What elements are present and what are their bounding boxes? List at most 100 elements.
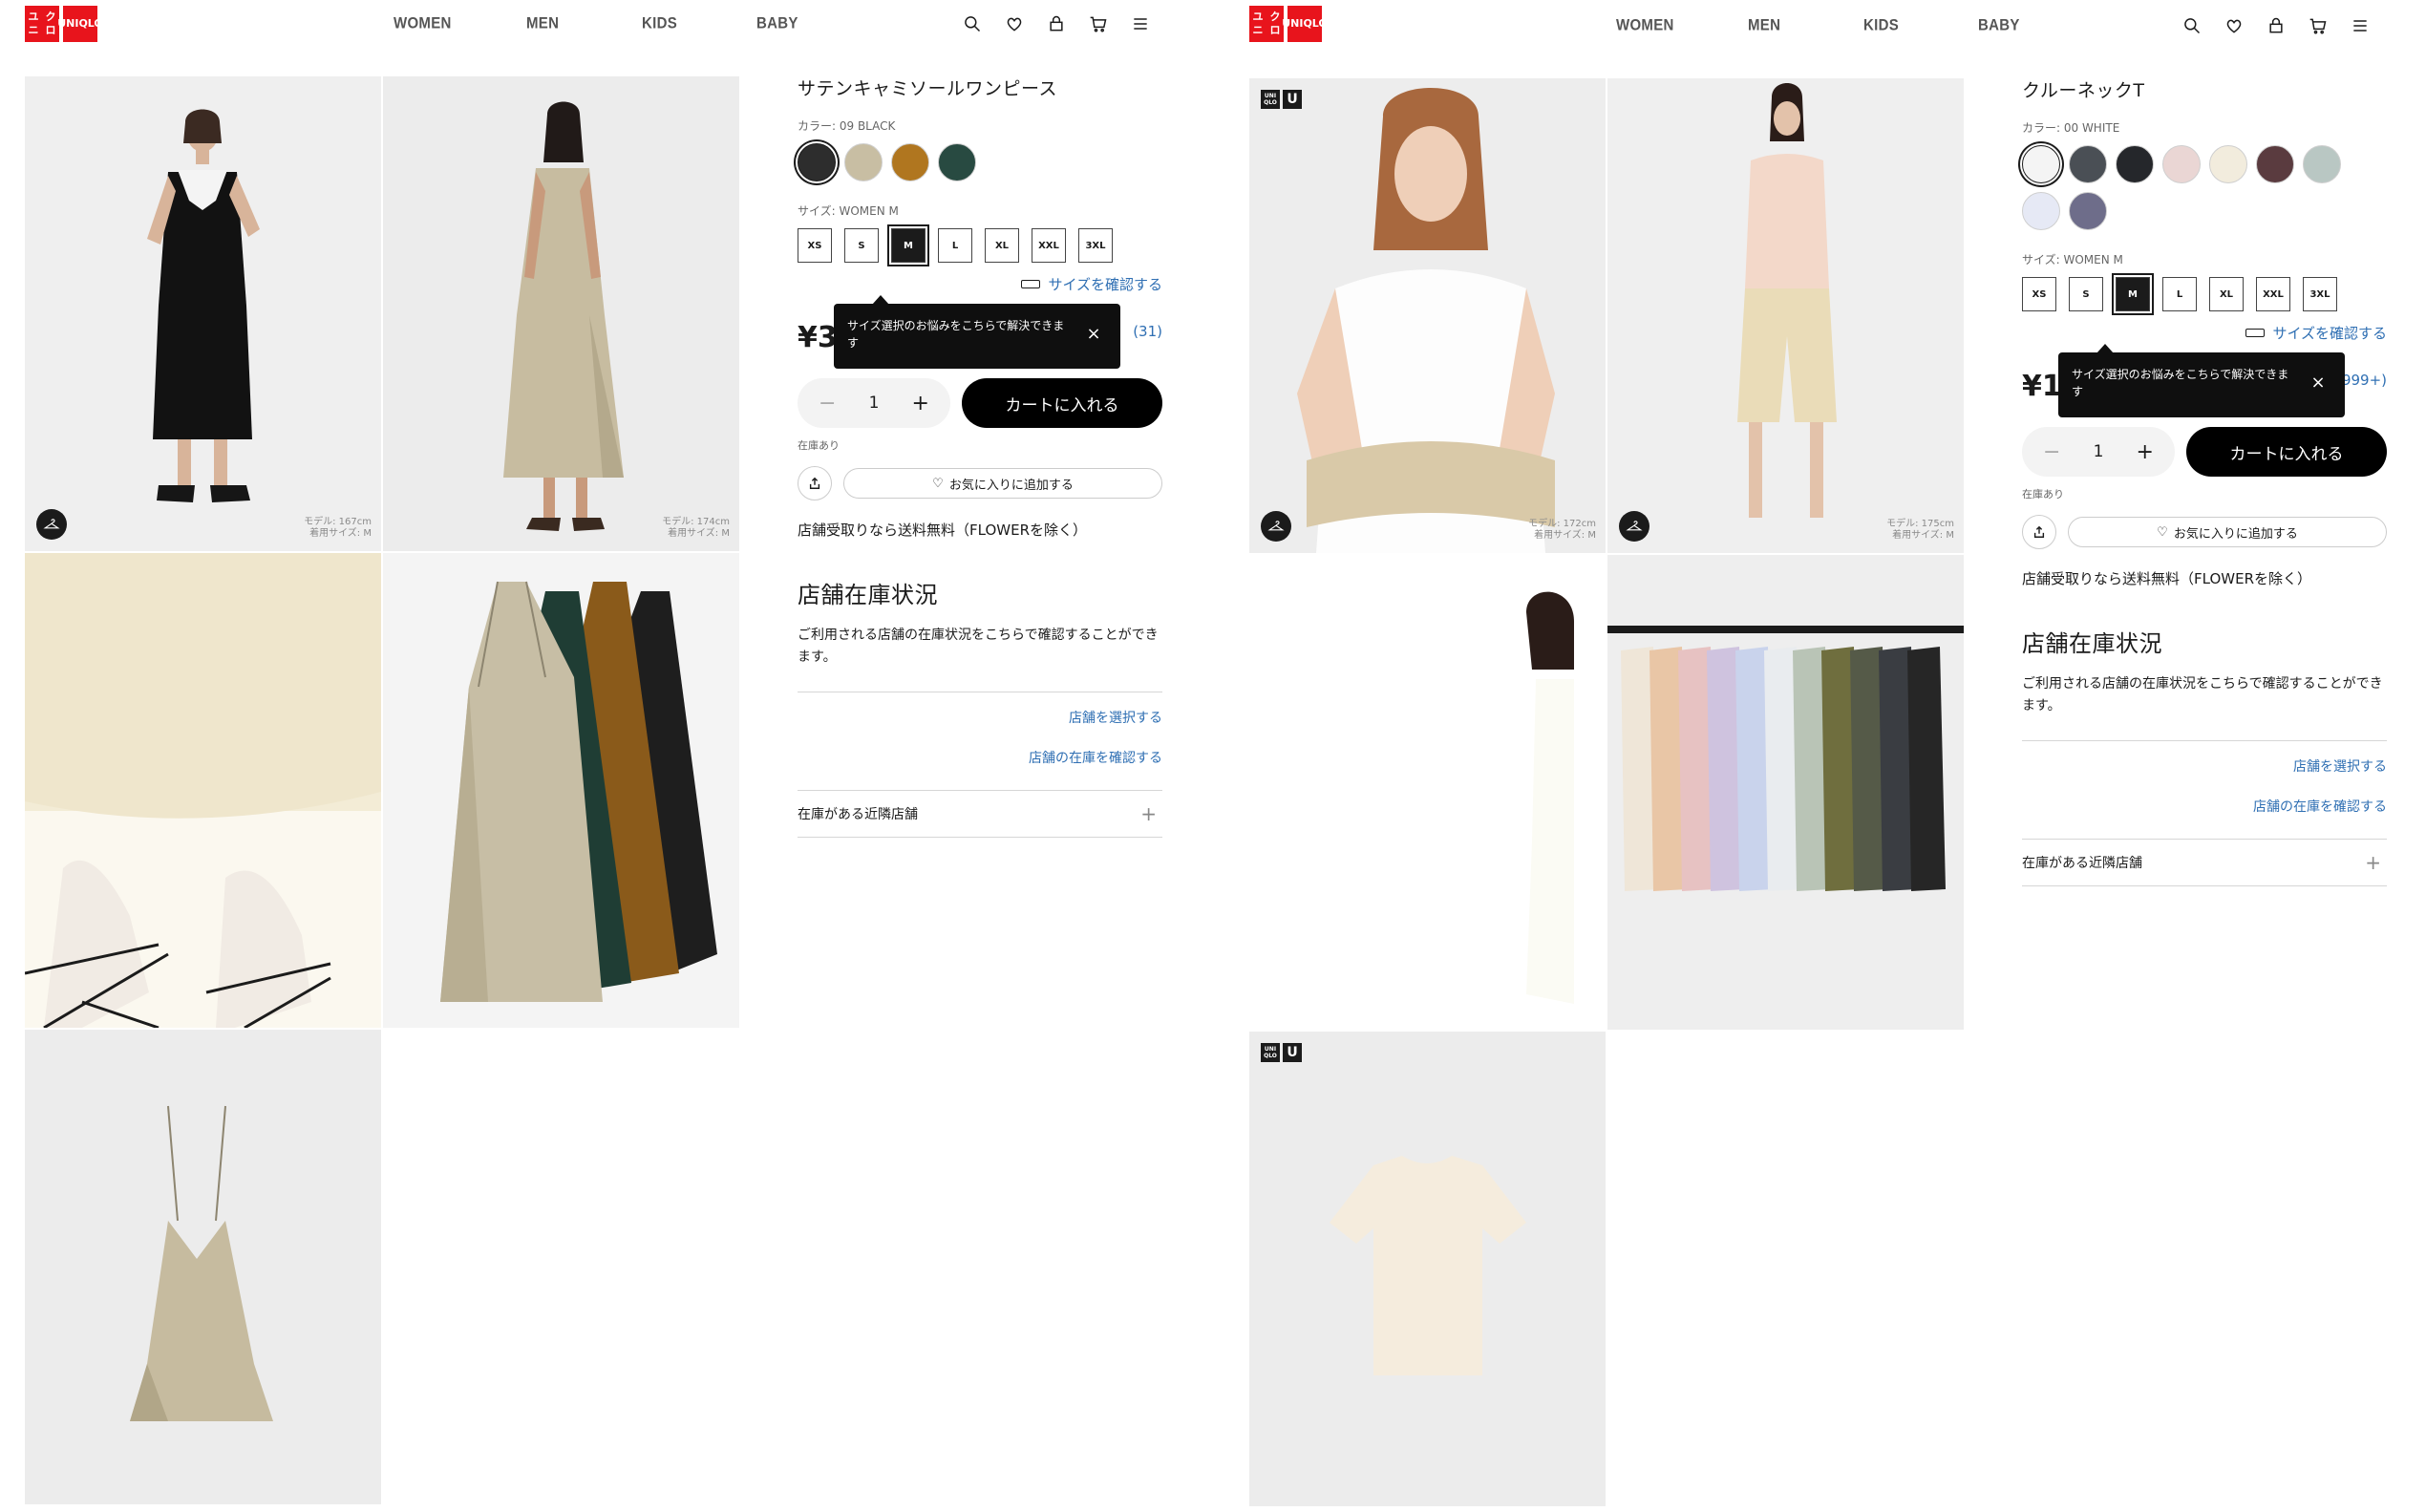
rack-bar xyxy=(1607,626,1964,633)
nav-kids[interactable]: KIDS xyxy=(642,14,677,32)
gallery-image-model-full[interactable]: モデル: 175cm 着用サイズ: M xyxy=(1607,78,1964,553)
nearby-stores-accordion[interactable]: 在庫がある近隣店舗 + xyxy=(2022,839,2387,886)
size-options: XS S M L XL XXL 3XL xyxy=(2022,273,2387,315)
share-icon[interactable] xyxy=(798,466,832,500)
model-info: モデル: 172cm 着用サイズ: M xyxy=(1528,519,1596,541)
divider xyxy=(2022,740,2387,741)
size-check-link[interactable]: サイズを確認する xyxy=(798,274,1162,294)
color-swatch[interactable] xyxy=(2022,145,2060,183)
shipping-note: 店舗受取りなら送料無料（FLOWERを除く） xyxy=(798,522,1087,539)
gallery-image-rack[interactable] xyxy=(1607,555,1964,1030)
color-swatch[interactable] xyxy=(2256,145,2294,183)
nav-kids[interactable]: KIDS xyxy=(1863,16,1899,34)
add-to-cart-button[interactable]: カートに入れる xyxy=(2186,427,2387,477)
close-icon[interactable]: × xyxy=(2309,373,2328,393)
select-store-link[interactable]: 店舗を選択する xyxy=(2022,756,2387,776)
size-option-xs[interactable]: XS xyxy=(798,228,832,263)
add-to-favorites-button[interactable]: ♡ お気に入りに追加する xyxy=(843,468,1162,499)
add-to-favorites-button[interactable]: ♡ お気に入りに追加する xyxy=(2068,517,2387,547)
quantity-stepper: − 1 + xyxy=(798,378,950,428)
gallery-image-model-front[interactable]: モデル: 167cm 着用サイズ: M xyxy=(25,76,381,551)
size-option-m[interactable]: M xyxy=(2112,273,2154,315)
share-icon[interactable] xyxy=(2022,515,2056,549)
size-option-xs[interactable]: XS xyxy=(2022,277,2056,311)
product-panel: クルーネックT カラー: 00 WHITE サイズ: WOMEN M XS S M L… xyxy=(2022,76,2387,886)
search-icon[interactable] xyxy=(2180,13,2204,38)
color-swatch[interactable] xyxy=(938,143,976,181)
cart-icon[interactable] xyxy=(2306,13,2330,38)
nav-baby[interactable]: BABY xyxy=(756,14,798,32)
account-icon[interactable] xyxy=(1044,11,1069,36)
nav-baby[interactable]: BABY xyxy=(1978,16,2020,34)
size-option-s[interactable]: S xyxy=(2069,277,2103,311)
heart-icon[interactable] xyxy=(2222,13,2246,38)
nav-women[interactable]: WOMEN xyxy=(1616,16,1674,34)
nearby-stores-accordion[interactable]: 在庫がある近隣店舗 + xyxy=(798,790,1162,838)
size-option-xl[interactable]: XL xyxy=(985,228,1019,263)
size-option-s[interactable]: S xyxy=(844,228,879,263)
check-store-stock-link[interactable]: 店舗の在庫を確認する xyxy=(798,748,1162,767)
qty-plus-button[interactable]: + xyxy=(2137,440,2154,464)
color-swatch[interactable] xyxy=(844,143,883,181)
qty-minus-button[interactable]: − xyxy=(2043,440,2060,464)
color-swatch[interactable] xyxy=(2303,145,2341,183)
cart-icon[interactable] xyxy=(1086,11,1111,36)
gallery-image-flat-dress[interactable] xyxy=(25,1030,381,1504)
nav-men[interactable]: MEN xyxy=(1748,16,1780,34)
try-on-hanger-icon[interactable] xyxy=(36,509,67,540)
site-header: ユニ クロ UNI QLO WOMEN MEN KIDS BABY xyxy=(1224,0,2426,50)
gallery-image-color-variants[interactable] xyxy=(383,553,739,1028)
check-store-stock-link[interactable]: 店舗の在庫を確認する xyxy=(2022,797,2387,816)
qty-minus-button[interactable]: − xyxy=(819,392,836,415)
color-swatch[interactable] xyxy=(2069,192,2107,230)
review-count[interactable]: (31) xyxy=(1133,323,1162,340)
size-option-3xl[interactable]: 3XL xyxy=(1078,228,1113,263)
gallery-image-flat-tee[interactable]: UNI QLO U xyxy=(1249,1032,1606,1506)
heart-icon[interactable] xyxy=(1002,11,1027,36)
try-on-hanger-icon[interactable] xyxy=(1619,511,1649,542)
add-to-cart-button[interactable]: カートに入れる xyxy=(962,378,1162,428)
size-option-l[interactable]: L xyxy=(938,228,972,263)
gallery-image-model-closeup[interactable]: UNI QLO U モデル: 172cm 着用サイズ: M xyxy=(1249,78,1606,553)
size-check-link[interactable]: サイズを確認する xyxy=(2022,323,2387,343)
gallery-image-side-view[interactable] xyxy=(1249,555,1606,1030)
size-option-l[interactable]: L xyxy=(2162,277,2197,311)
color-swatch[interactable] xyxy=(2022,192,2060,230)
size-check-label: サイズを確認する xyxy=(2272,325,2387,342)
badge-logo: UNI QLO xyxy=(1261,90,1280,109)
account-icon[interactable] xyxy=(2264,13,2288,38)
store-stock-text: ご利用される店舗の在庫状況をこちらで確認することができます。 xyxy=(2022,676,2383,713)
color-swatch[interactable] xyxy=(2162,145,2201,183)
search-icon[interactable] xyxy=(960,11,985,36)
gallery-image-model-beige[interactable]: モデル: 174cm 着用サイズ: M xyxy=(383,76,739,551)
menu-icon[interactable] xyxy=(1128,11,1153,36)
size-option-xxl[interactable]: XXL xyxy=(2256,277,2290,311)
color-swatches xyxy=(798,143,1141,181)
badge-logo: UNI QLO xyxy=(1261,1043,1280,1062)
select-store-link[interactable]: 店舗を選択する xyxy=(798,708,1162,727)
menu-icon[interactable] xyxy=(2348,13,2373,38)
buy-row: − 1 + カートに入れる xyxy=(2022,427,2387,477)
nav-women[interactable]: WOMEN xyxy=(394,14,452,32)
size-option-m[interactable]: M xyxy=(887,224,929,266)
product-title: サテンキャミソールワンピース xyxy=(798,78,1058,99)
color-swatch[interactable] xyxy=(2116,145,2154,183)
try-on-hanger-icon[interactable] xyxy=(1261,511,1291,542)
close-icon[interactable]: × xyxy=(1084,325,1103,344)
nav-men[interactable]: MEN xyxy=(526,14,559,32)
color-swatches xyxy=(2022,145,2366,230)
review-count[interactable]: 999+) xyxy=(2342,372,2387,389)
color-swatch[interactable] xyxy=(891,143,929,181)
model-photo xyxy=(1297,88,1555,553)
qty-plus-button[interactable]: + xyxy=(912,392,929,415)
price-row: ¥1, 999+) サイズ選択のお悩みをこちらで解決できます × xyxy=(2022,344,2387,419)
gallery-image-hem-detail[interactable] xyxy=(25,553,381,1028)
size-option-xl[interactable]: XL xyxy=(2209,277,2244,311)
size-option-xxl[interactable]: XXL xyxy=(1032,228,1066,263)
size-option-3xl[interactable]: 3XL xyxy=(2303,277,2337,311)
product-title: クルーネックT xyxy=(2022,80,2145,101)
size-check-label: サイズを確認する xyxy=(1048,276,1162,293)
color-swatch[interactable] xyxy=(2209,145,2247,183)
color-swatch[interactable] xyxy=(2069,145,2107,183)
color-swatch[interactable] xyxy=(798,143,836,181)
